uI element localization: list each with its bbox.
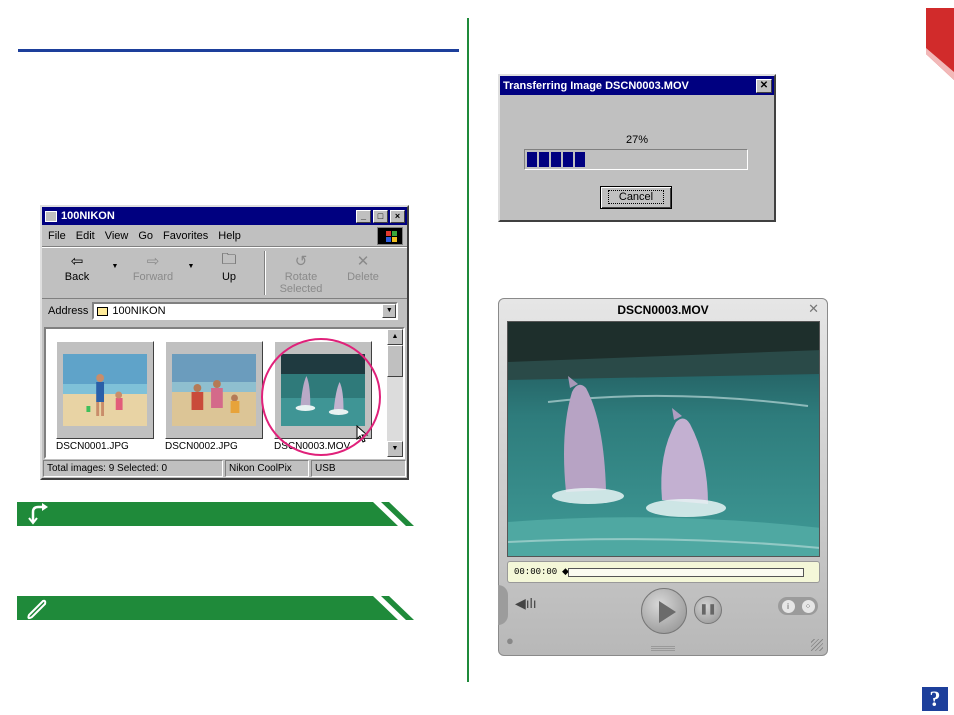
address-field[interactable]: 100NIKON ▼ <box>92 302 399 320</box>
section-title-rule <box>18 49 459 52</box>
progress-block <box>539 152 549 167</box>
movie-player-window: DSCN0003.MOV ✕ 00:00:00 ◆ ◀ılı ❚❚ i ⁘ ● <box>498 298 828 656</box>
timeline-track[interactable] <box>568 568 804 577</box>
progress-block <box>551 152 561 167</box>
explorer-toolbar: ⇦ Back ▼ ⇨ Forward ▼ 🗀 Up ↺ Rotate Selec… <box>42 247 407 299</box>
help-button[interactable]: ? <box>922 687 948 711</box>
progress-block <box>563 152 573 167</box>
transfer-progress-bar <box>524 149 748 170</box>
minimize-button[interactable]: _ <box>356 209 371 223</box>
maximize-button[interactable]: □ <box>373 209 388 223</box>
folder-icon <box>45 210 57 222</box>
progress-block <box>527 152 537 167</box>
back-button[interactable]: ⇦ Back <box>46 251 108 297</box>
cancel-button[interactable]: Cancel <box>600 186 672 209</box>
toolbar-separator <box>264 251 266 295</box>
rotate-selected-button[interactable]: ↺ Rotate Selected <box>270 251 332 297</box>
up-folder-icon: 🗀 <box>221 250 237 268</box>
delete-button[interactable]: ✕ Delete <box>332 251 394 297</box>
caution-banner <box>17 502 414 526</box>
forward-dropdown[interactable]: ▼ <box>184 251 198 270</box>
menu-view[interactable]: View <box>105 230 129 242</box>
transfer-dialog: Transferring Image DSCN0003.MOV ✕ 27% Ca… <box>498 74 776 222</box>
menu-help[interactable]: Help <box>218 230 241 242</box>
vertical-scrollbar[interactable]: ▲ ▼ <box>387 329 403 457</box>
column-divider <box>467 18 469 682</box>
dialog-titlebar[interactable]: Transferring Image DSCN0003.MOV ✕ <box>500 76 774 95</box>
address-label: Address <box>48 305 89 317</box>
thumbnail-dscn0001[interactable] <box>56 341 154 439</box>
player-close-icon[interactable]: ✕ <box>808 301 819 317</box>
question-mark-icon: ? <box>929 686 941 711</box>
menu-file[interactable]: File <box>48 230 66 242</box>
player-title: DSCN0003.MOV <box>617 303 709 317</box>
menu-edit[interactable]: Edit <box>76 230 95 242</box>
time-scrubber-bar: 00:00:00 ◆ <box>507 561 820 583</box>
menu-go[interactable]: Go <box>138 230 153 242</box>
dialog-title: Transferring Image DSCN0003.MOV <box>503 79 689 92</box>
drag-handle[interactable] <box>651 646 675 651</box>
rotate-icon: ↺ <box>294 253 308 270</box>
volume-icon[interactable]: ◀ılı <box>515 595 537 612</box>
note-banner <box>17 596 414 620</box>
dialog-close-button[interactable]: ✕ <box>756 78 772 93</box>
folder-icon <box>97 306 109 316</box>
status-bar: Total images: 9 Selected: 0 Nikon CoolPi… <box>42 459 407 478</box>
timecode: 00:00:00 <box>514 567 558 577</box>
windows-logo-icon <box>377 227 403 245</box>
pause-button[interactable]: ❚❚ <box>694 596 722 624</box>
info-icon[interactable]: i <box>781 599 795 613</box>
video-frame[interactable] <box>507 321 820 557</box>
status-totals: Total images: 9 Selected: 0 <box>43 460 223 477</box>
play-button[interactable] <box>641 588 687 634</box>
address-dropdown-button[interactable]: ▼ <box>382 304 397 318</box>
explorer-title: 100NIKON <box>61 210 115 222</box>
forward-arrow-icon: ⇨ <box>146 253 160 270</box>
thumbnail-dscn0002[interactable] <box>165 341 263 439</box>
chapter-corner-tab[interactable] <box>926 8 954 80</box>
resize-grip[interactable] <box>811 639 823 651</box>
explorer-titlebar[interactable]: 100NIKON _ □ × <box>42 207 407 225</box>
status-connection: USB <box>311 460 406 477</box>
progress-percent: 27% <box>625 134 649 146</box>
progress-block <box>575 152 585 167</box>
scroll-up-button[interactable]: ▲ <box>387 329 403 345</box>
menubar: File Edit View Go Favorites Help <box>42 225 407 247</box>
back-dropdown[interactable]: ▼ <box>108 251 122 270</box>
status-device: Nikon CoolPix <box>225 460 309 477</box>
settings-icon[interactable]: ⁘ <box>801 599 815 613</box>
apple-logo-icon: ● <box>506 633 514 648</box>
info-controls: i ⁘ <box>778 597 818 615</box>
highlight-ring <box>261 338 381 456</box>
progress-fill <box>527 152 745 167</box>
filename-dscn0001: DSCN0001.JPG <box>56 441 129 452</box>
dolphin-video-frame <box>508 322 819 556</box>
address-bar: Address 100NIKON ▼ <box>42 299 407 323</box>
back-arrow-icon: ⇦ <box>70 253 84 270</box>
beach-photo-2 <box>172 354 256 426</box>
delete-x-icon: ✕ <box>356 253 370 270</box>
forward-button[interactable]: ⇨ Forward <box>122 251 184 297</box>
scroll-down-button[interactable]: ▼ <box>387 441 403 457</box>
menu-favorites[interactable]: Favorites <box>163 230 208 242</box>
beach-photo-1 <box>63 354 147 426</box>
player-side-tab[interactable] <box>498 585 508 625</box>
scroll-thumb[interactable] <box>387 345 403 377</box>
address-value: 100NIKON <box>112 305 166 317</box>
close-button[interactable]: × <box>390 209 405 223</box>
filename-dscn0002: DSCN0002.JPG <box>165 441 238 452</box>
up-button[interactable]: 🗀 Up <box>198 251 260 297</box>
